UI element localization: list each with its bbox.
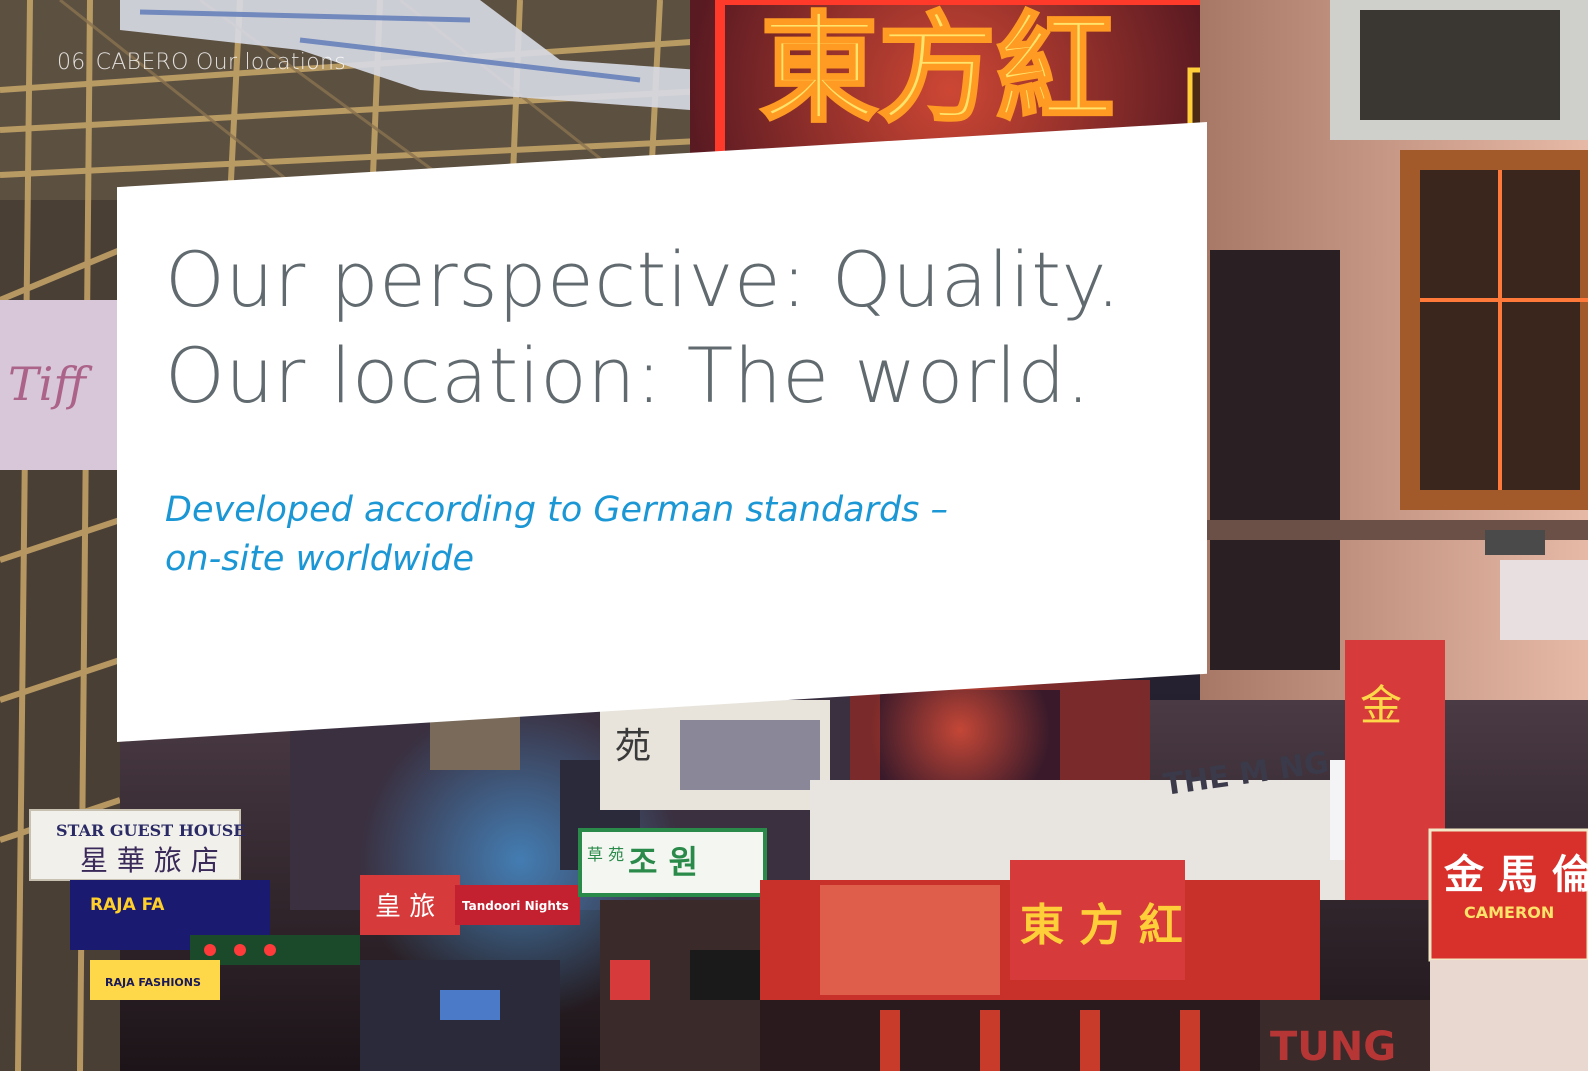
subtitle-line-1: Developed according to German standards …	[165, 490, 949, 530]
headline-card	[117, 122, 1207, 742]
star-guest-house-sign: STAR GUEST HOUSE	[56, 821, 245, 840]
subtitle-line-2: on-site worldwide	[165, 539, 475, 579]
page-title: Our perspective: Quality. Our location: …	[165, 232, 1121, 424]
raja-fa-sign: RAJA FA	[90, 895, 165, 915]
neon-sign-text: 東方紅	[760, 0, 1114, 138]
yuen-sign: 苑	[615, 726, 651, 767]
page-header: 06 CABERO Our locations	[57, 50, 346, 75]
tandoori-nights-sign: Tandoori Nights	[462, 899, 569, 913]
headline-line-2: Our location: The world.	[165, 331, 1091, 420]
raja-fashions-sign: RAJA FASHIONS	[105, 976, 201, 989]
korean-side-sign: 草 苑	[587, 845, 624, 864]
tung-sign: TUNG	[1270, 1024, 1396, 1070]
cameron-cn-sign: 金 馬 倫	[1443, 852, 1588, 898]
fong-banner: 東 方 紅	[1020, 900, 1183, 951]
page-number: 06	[57, 50, 86, 75]
subtitle: Developed according to German standards …	[165, 486, 948, 584]
svg-text:Tiff: Tiff	[8, 357, 93, 411]
korean-sign: 조 원	[628, 843, 698, 881]
star-guest-house-cn-sign: 星 華 旅 店	[80, 844, 219, 877]
hotel-cn-sign: 皇 旅	[375, 892, 435, 922]
headline-line-1: Our perspective: Quality.	[165, 235, 1121, 324]
cameron-sign: CAMERON	[1464, 903, 1554, 922]
svg-text:金: 金	[1360, 681, 1402, 730]
section-title: CABERO Our locations	[95, 50, 346, 75]
